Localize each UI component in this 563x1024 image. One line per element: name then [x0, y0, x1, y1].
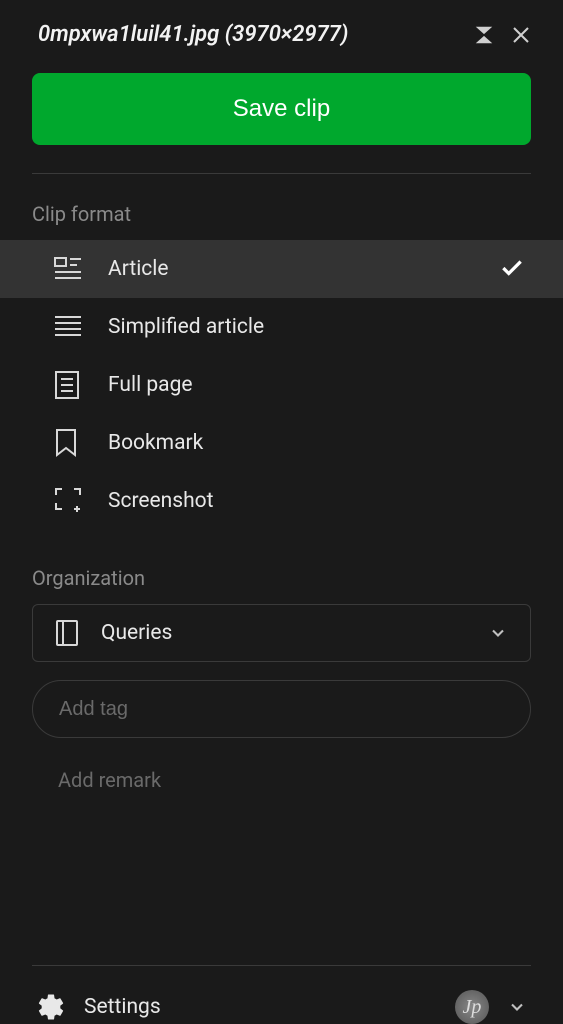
notebook-select[interactable]: Queries	[32, 604, 531, 662]
close-icon[interactable]	[509, 23, 533, 47]
format-option-fullpage[interactable]: Full page	[0, 356, 563, 414]
format-option-label: Simplified article	[108, 315, 525, 339]
clip-panel: 0mpxwa1luil41.jpg (3970×2977) Save clip …	[0, 0, 563, 1024]
screenshot-icon	[54, 487, 86, 515]
save-clip-button[interactable]: Save clip	[32, 73, 531, 145]
format-option-label: Full page	[108, 373, 525, 397]
organization-label: Organization	[32, 566, 531, 590]
full-page-icon	[54, 370, 86, 400]
format-option-screenshot[interactable]: Screenshot	[0, 472, 563, 530]
bookmark-icon	[54, 428, 86, 458]
hourglass-icon[interactable]	[473, 24, 495, 46]
format-option-bookmark[interactable]: Bookmark	[0, 414, 563, 472]
organization-section: Organization Queries Add remark	[0, 540, 563, 834]
notebook-icon	[55, 619, 79, 647]
clip-format-list: Article Simplified article	[0, 240, 563, 530]
settings-button[interactable]: Settings	[84, 995, 437, 1019]
chevron-down-icon[interactable]	[507, 997, 527, 1017]
page-title: 0mpxwa1luil41.jpg (3970×2977)	[38, 22, 459, 47]
article-icon	[54, 256, 86, 282]
format-option-label: Bookmark	[108, 431, 525, 455]
simplified-article-icon	[54, 314, 86, 340]
clip-format-section: Clip format Article	[0, 174, 563, 540]
check-icon	[499, 254, 525, 284]
format-option-simplified[interactable]: Simplified article	[0, 298, 563, 356]
avatar[interactable]: Jp	[455, 990, 489, 1024]
format-option-label: Article	[108, 257, 499, 281]
chevron-down-icon	[488, 623, 508, 643]
format-option-article[interactable]: Article	[0, 240, 563, 298]
tag-input-wrapper[interactable]	[32, 680, 531, 738]
add-remark-button[interactable]: Add remark	[32, 768, 531, 792]
notebook-name: Queries	[101, 621, 488, 645]
format-option-label: Screenshot	[108, 489, 525, 513]
tag-input[interactable]	[59, 698, 504, 721]
panel-footer: Settings Jp	[32, 965, 531, 1024]
gear-icon[interactable]	[36, 992, 66, 1022]
clip-format-label: Clip format	[32, 202, 531, 226]
panel-header: 0mpxwa1luil41.jpg (3970×2977)	[0, 0, 563, 65]
